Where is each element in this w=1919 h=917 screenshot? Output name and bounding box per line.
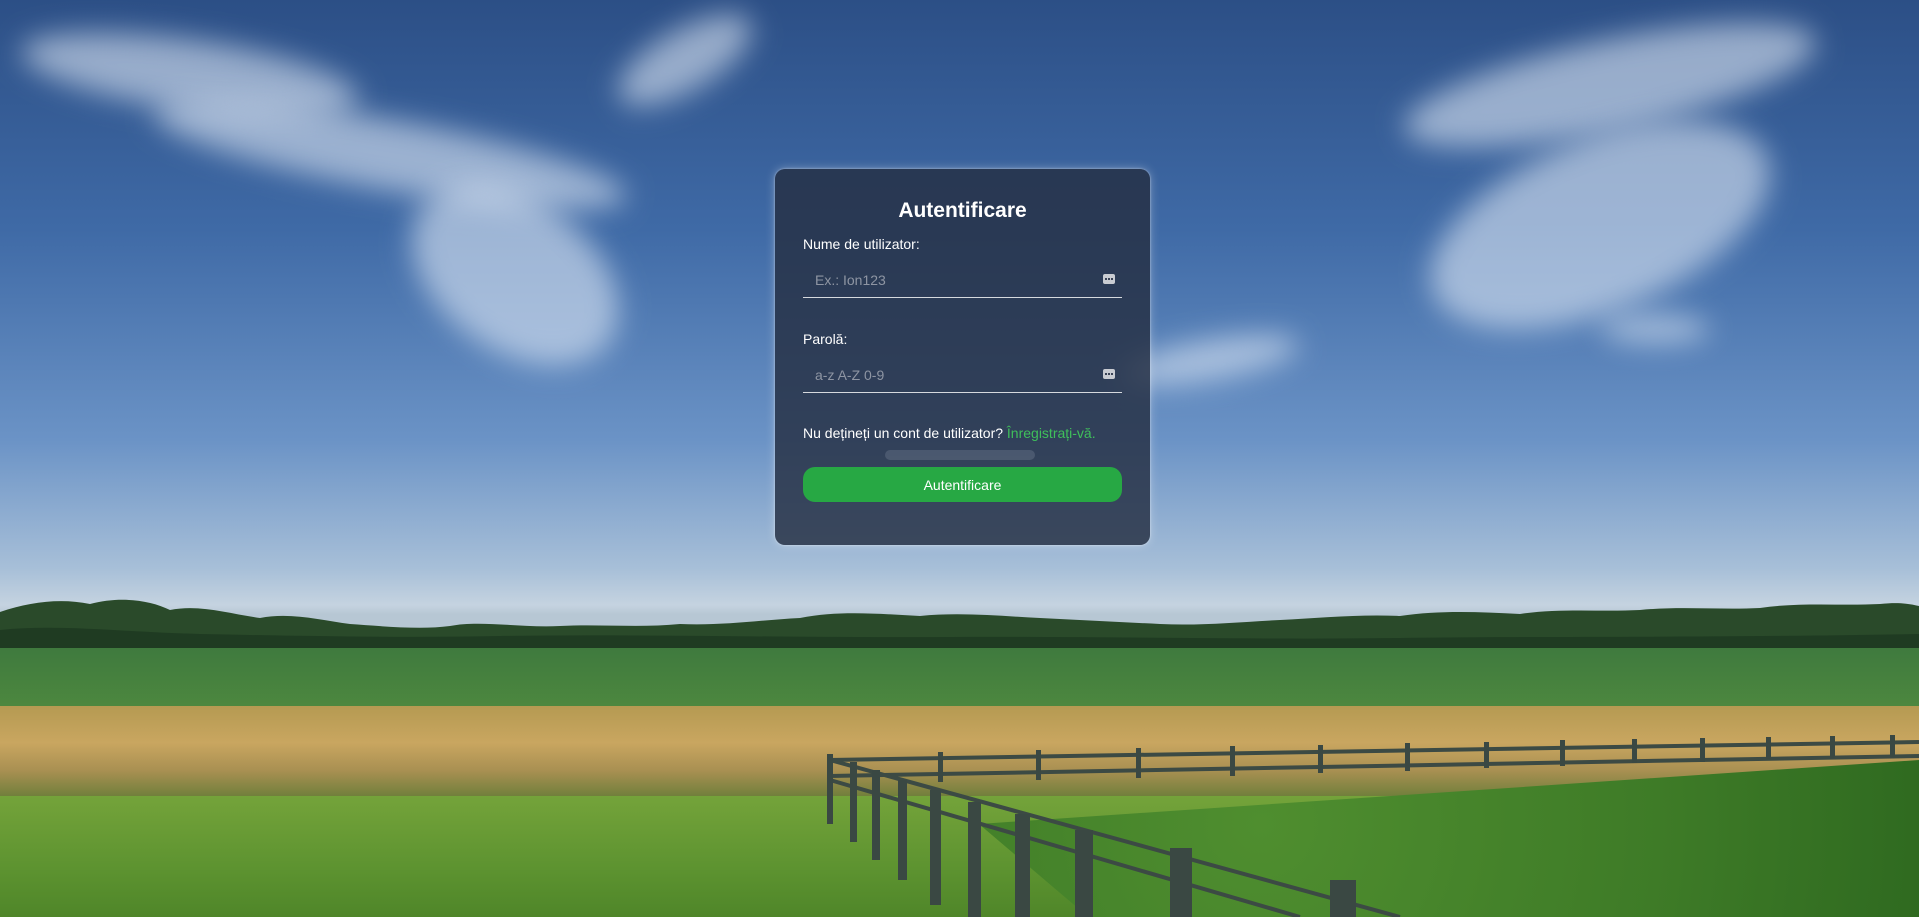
keyboard-icon[interactable] xyxy=(1103,274,1115,284)
login-title: Autentificare xyxy=(898,199,1027,222)
password-label: Parolă: xyxy=(803,331,848,347)
register-prompt-line: Nu dețineți un cont de utilizator? Înreg… xyxy=(803,425,1096,441)
username-input[interactable] xyxy=(803,263,1083,297)
password-input[interactable] xyxy=(803,358,1083,392)
register-prompt: Nu dețineți un cont de utilizator? xyxy=(803,425,1004,441)
background-fence xyxy=(827,735,1919,917)
login-page: Autentificare Nume de utilizator: Parolă… xyxy=(0,0,1919,917)
keyboard-icon[interactable] xyxy=(1103,369,1115,379)
login-card: Autentificare Nume de utilizator: Parolă… xyxy=(775,169,1150,545)
login-submit-button[interactable]: Autentificare xyxy=(803,467,1122,502)
username-field-wrapper xyxy=(803,263,1122,298)
hint-bar xyxy=(885,450,1035,460)
password-field-wrapper xyxy=(803,358,1122,393)
register-link[interactable]: Înregistrați-vă. xyxy=(1007,425,1096,441)
username-label: Nume de utilizator: xyxy=(803,236,920,252)
